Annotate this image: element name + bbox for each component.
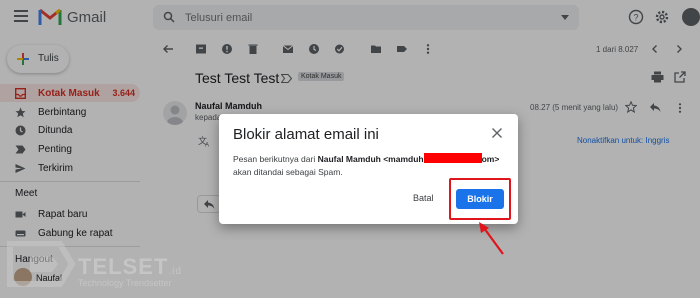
- annotation-highlight-box: [449, 178, 511, 220]
- watermark-tagline: Technology Trendsetter: [78, 278, 172, 288]
- dialog-message: Pesan berikutnya dari Naufal Mamduh <mam…: [233, 153, 508, 179]
- watermark-brand-name: TELSET: [78, 254, 169, 279]
- watermark-tld: .id: [168, 266, 182, 277]
- cancel-button[interactable]: Batal: [413, 193, 434, 203]
- redaction-box: [423, 153, 482, 163]
- annotation-arrow-icon: [479, 222, 504, 255]
- dialog-body-prefix: Pesan berikutnya dari: [233, 154, 318, 164]
- watermark-brand: TELSET.id: [78, 254, 182, 280]
- dialog-title: Blokir alamat email ini: [233, 126, 379, 143]
- dialog-body-suffix: om>: [481, 154, 500, 164]
- close-icon[interactable]: [491, 127, 503, 139]
- dialog-body-name: Naufal Mamduh <mamduh: [317, 154, 424, 164]
- dialog-body-line2: akan ditandai sebagai Spam.: [233, 167, 343, 177]
